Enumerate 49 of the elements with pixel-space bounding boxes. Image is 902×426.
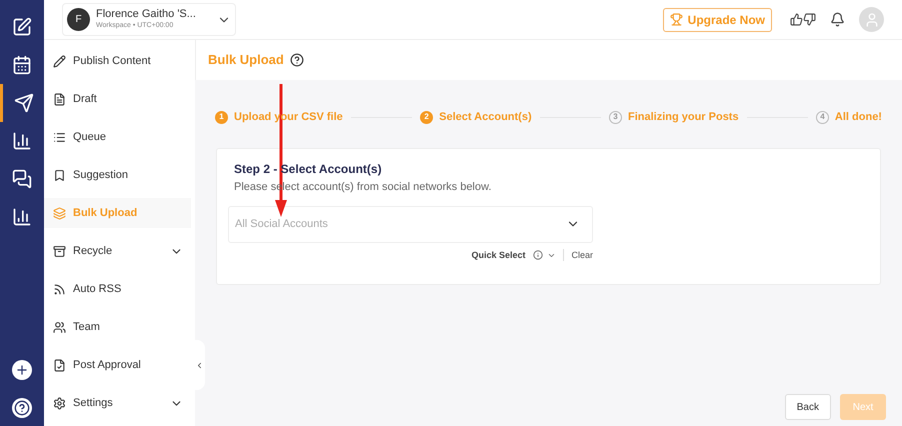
chat-icon <box>12 169 32 189</box>
edit-icon <box>12 17 32 37</box>
chart-icon <box>12 131 32 151</box>
step-label: All done! <box>834 110 882 125</box>
help-icon <box>14 400 30 416</box>
plus-icon <box>15 363 29 377</box>
next-button: Next <box>840 394 886 420</box>
sidebar-item[interactable]: Suggestion <box>44 160 191 190</box>
help-button[interactable] <box>12 398 32 418</box>
quick-select-button[interactable]: Quick Select <box>471 248 526 262</box>
step-label: Finalizing your Posts <box>628 110 739 125</box>
archive-icon <box>53 244 66 258</box>
sidebar-item[interactable]: Recycle <box>44 236 191 266</box>
rss-icon <box>53 282 66 296</box>
step-number: 3 <box>608 110 622 124</box>
info-icon <box>533 250 544 260</box>
help-icon[interactable] <box>290 53 304 67</box>
sidebar-item[interactable]: Queue <box>44 122 191 152</box>
users-icon <box>53 320 66 334</box>
sidebar-item[interactable]: Post Approval <box>44 350 191 380</box>
step-number: 1 <box>215 110 228 124</box>
add-button[interactable] <box>12 360 32 380</box>
step-label: Select Account(s) <box>439 110 532 125</box>
sidebar-item[interactable]: Settings <box>44 388 191 418</box>
file-check-icon <box>53 358 66 372</box>
calendar-icon <box>12 55 32 75</box>
paper-plane-icon <box>14 93 34 113</box>
sidebar-item[interactable]: Draft <box>44 84 191 114</box>
list-icon <box>53 130 66 144</box>
avatar: F <box>67 8 90 31</box>
select-placeholder: All Social Accounts <box>235 216 329 232</box>
page-title: Bulk Upload <box>208 51 284 70</box>
bar-chart-icon <box>12 207 32 227</box>
bookmark-icon <box>53 168 66 182</box>
bell-icon[interactable] <box>830 12 845 27</box>
workspace-name: Florence Gaitho 'S... <box>96 8 197 22</box>
layers-icon <box>53 206 66 220</box>
pencil-icon <box>53 54 66 68</box>
step-number: 2 <box>420 110 434 124</box>
sidebar-item[interactable]: Publish Content <box>44 46 191 76</box>
back-button[interactable]: Back <box>784 394 831 420</box>
sidebar-item[interactable]: Team <box>44 312 191 342</box>
trophy-icon <box>670 13 683 26</box>
clear-button[interactable]: Clear <box>571 248 593 262</box>
step-number: 4 <box>816 110 829 124</box>
settings-icon <box>53 396 66 410</box>
sidebar-item[interactable]: Auto RSS <box>44 274 191 304</box>
feedback-icon[interactable] <box>790 13 816 26</box>
document-icon <box>53 92 66 106</box>
